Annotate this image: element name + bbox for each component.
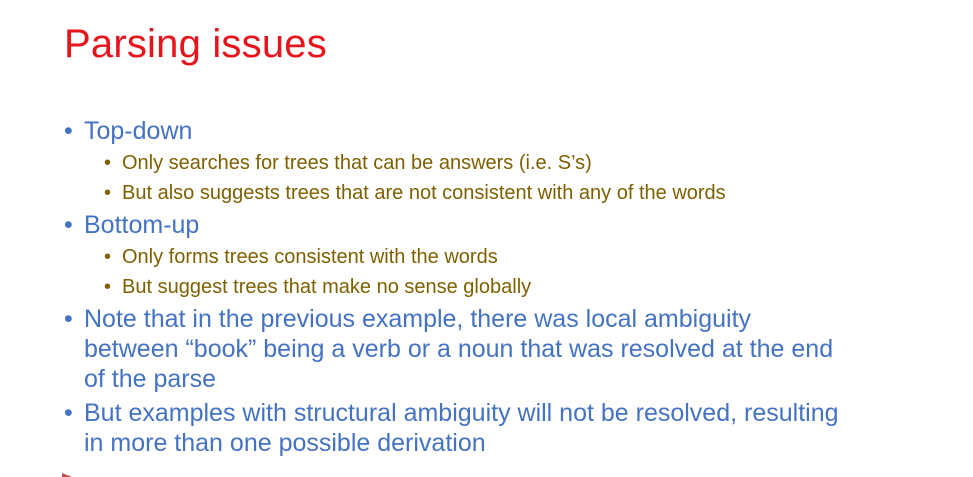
- slide: Parsing issues • Top-down • Only searche…: [0, 0, 973, 477]
- bullet-dot-icon: •: [64, 211, 73, 239]
- bullet-line: of the parse: [84, 365, 217, 393]
- sub-bullet-text: Only searches for trees that can be answ…: [122, 152, 592, 174]
- slide-title: Parsing issues: [64, 22, 327, 66]
- sub-bullet-text: But suggest trees that make no sense glo…: [122, 276, 532, 298]
- arrow-marker-icon: [62, 470, 76, 477]
- bullet-line: between “book” being a verb or a noun th…: [84, 335, 834, 363]
- bullet-text: Top-down: [84, 117, 193, 145]
- sub-bullet-dot-icon: •: [104, 182, 112, 204]
- bullet-line: Note that in the previous example, there…: [84, 305, 752, 333]
- bullet-list: • Top-down • Only searches for trees tha…: [64, 116, 954, 458]
- bullet-text: Bottom-up: [84, 211, 200, 239]
- bullet-dot-icon: •: [64, 117, 73, 145]
- bullet-dot-icon: •: [64, 399, 73, 427]
- bullet-top-down: • Top-down: [64, 116, 954, 146]
- sub-bullet: • But suggest trees that make no sense g…: [64, 272, 954, 302]
- sub-bullet: • Only searches for trees that can be an…: [64, 148, 954, 178]
- sub-bullet-dot-icon: •: [104, 246, 112, 268]
- sub-bullet-dot-icon: •: [104, 276, 112, 298]
- sub-bullet-text: Only forms trees consistent with the wor…: [122, 246, 498, 268]
- sub-bullet: • Only forms trees consistent with the w…: [64, 242, 954, 272]
- bullet-note-ambiguity: • Note that in the previous example, the…: [64, 304, 954, 394]
- sub-bullet-text: But also suggests trees that are not con…: [122, 182, 726, 204]
- bullet-bottom-up: • Bottom-up: [64, 210, 954, 240]
- bullet-dot-icon: •: [64, 305, 73, 333]
- bullet-line: But examples with structural ambiguity w…: [84, 399, 839, 427]
- bullet-line: in more than one possible derivation: [84, 429, 486, 457]
- sub-bullet-list: • Only searches for trees that can be an…: [64, 148, 954, 208]
- bullet-structural-ambiguity: • But examples with structural ambiguity…: [64, 398, 954, 458]
- sub-bullet-dot-icon: •: [104, 152, 112, 174]
- sub-bullet: • But also suggests trees that are not c…: [64, 178, 954, 208]
- sub-bullet-list: • Only forms trees consistent with the w…: [64, 242, 954, 302]
